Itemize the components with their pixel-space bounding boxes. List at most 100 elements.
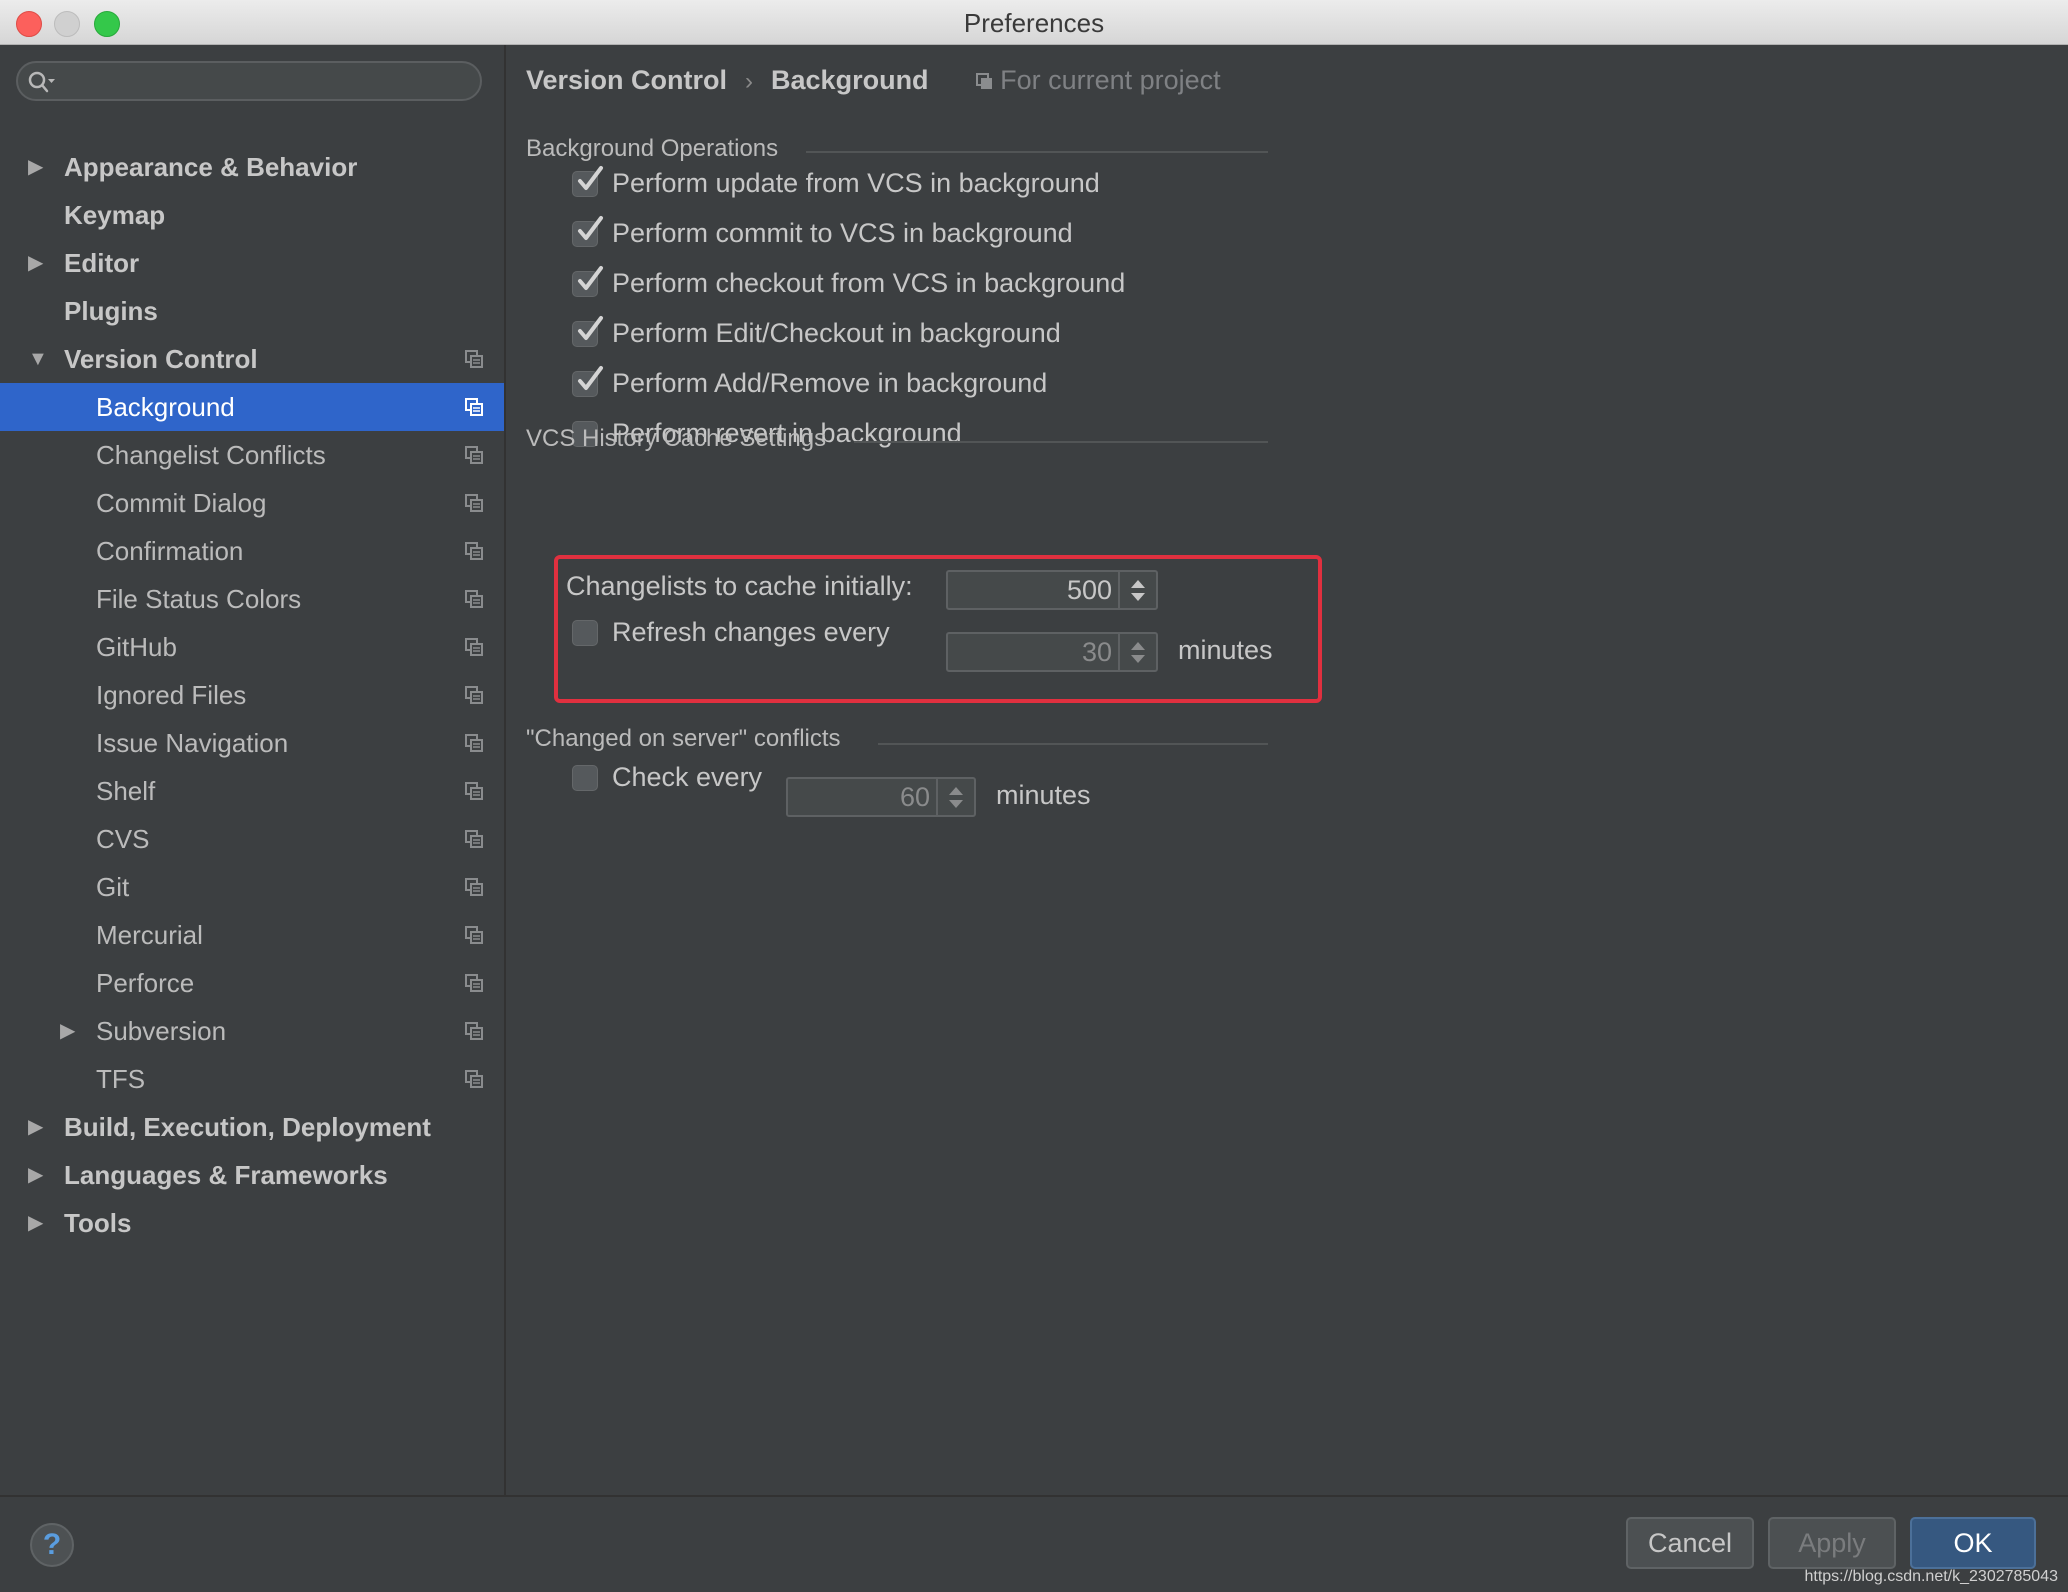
project-scope-icon xyxy=(465,398,483,416)
project-scope-icon xyxy=(465,1022,483,1040)
cancel-button[interactable]: Cancel xyxy=(1626,1517,1754,1569)
project-scope-icon xyxy=(465,686,483,704)
sidebar-item-commit-dialog[interactable]: Commit Dialog xyxy=(0,479,504,527)
sidebar-item-ignored-files[interactable]: Ignored Files xyxy=(0,671,504,719)
project-scope-icon xyxy=(465,542,483,560)
sidebar-item-label: Perforce xyxy=(96,968,195,998)
section-divider xyxy=(806,151,1268,153)
sidebar-item-label: Plugins xyxy=(64,296,158,326)
sidebar-item-label: Git xyxy=(96,872,130,902)
checkmark-icon xyxy=(578,166,603,190)
sidebar-item-github[interactable]: GitHub xyxy=(0,623,504,671)
checkbox-box[interactable] xyxy=(572,266,603,297)
project-scope-icon xyxy=(465,782,483,800)
apply-button[interactable]: Apply xyxy=(1768,1517,1896,1569)
sidebar-item-cvs[interactable]: CVS xyxy=(0,815,504,863)
sidebar-item-confirmation[interactable]: Confirmation xyxy=(0,527,504,575)
checkbox-box[interactable] xyxy=(572,366,603,397)
changelists-to-cache-label: Changelists to cache initially: xyxy=(566,571,913,601)
checkbox-box[interactable] xyxy=(572,166,603,197)
changelists-to-cache-value: 500 xyxy=(1066,575,1112,605)
dialog-footer: ? Cancel Apply OK https://blog.csdn.net/… xyxy=(0,1495,2068,1592)
scope-hint-text: For current project xyxy=(1000,65,1221,95)
checkbox-label: Perform checkout from VCS in background xyxy=(612,268,1126,298)
checkbox-box[interactable] xyxy=(572,216,603,247)
settings-sidebar: ▶ Appearance & Behavior Keymap ▶ Editor Plugi… xyxy=(0,45,506,1495)
spinner-arrows-icon[interactable] xyxy=(1118,634,1156,670)
refresh-interval-spinner[interactable]: 30 xyxy=(946,632,1158,672)
breadcrumb-parent[interactable]: Version Control xyxy=(526,65,727,95)
chevron-right-icon[interactable]: ▶ xyxy=(28,1199,43,1247)
chevron-down-icon[interactable]: ▼ xyxy=(28,335,48,383)
sidebar-item-label: Confirmation xyxy=(96,536,244,566)
sidebar-item-label: GitHub xyxy=(96,632,177,662)
section-divider xyxy=(878,743,1268,745)
project-scope-icon xyxy=(465,350,483,368)
sidebar-item-version-control[interactable]: ▼ Version Control xyxy=(0,335,504,383)
sidebar-item-plugins[interactable]: Plugins xyxy=(0,287,504,335)
check-interval-spinner[interactable]: 60 xyxy=(786,777,976,817)
sidebar-item-build-execution-deployment[interactable]: ▶ Build, Execution, Deployment xyxy=(0,1103,504,1151)
project-scope-icon xyxy=(465,926,483,944)
refresh-unit-label: minutes xyxy=(1178,635,1273,665)
checkbox-label: Perform Edit/Checkout in background xyxy=(612,318,1061,348)
settings-search-input[interactable] xyxy=(16,61,482,101)
sidebar-item-subversion[interactable]: ▶ Subversion xyxy=(0,1007,504,1055)
sidebar-item-label: Build, Execution, Deployment xyxy=(64,1112,431,1142)
sidebar-item-label: Shelf xyxy=(96,776,156,806)
sidebar-item-tools[interactable]: ▶ Tools xyxy=(0,1199,504,1247)
settings-content-panel: Version Control › Background For current p… xyxy=(506,45,2068,1495)
sidebar-item-appearance-and-behavior[interactable]: ▶ Appearance & Behavior xyxy=(0,143,504,191)
sidebar-item-label: Issue Navigation xyxy=(96,728,289,758)
sidebar-item-shelf[interactable]: Shelf xyxy=(0,767,504,815)
sidebar-item-label: Version Control xyxy=(64,344,258,374)
sidebar-item-mercurial[interactable]: Mercurial xyxy=(0,911,504,959)
spinner-arrows-icon[interactable] xyxy=(936,779,974,815)
scope-hint: For current project xyxy=(976,65,1221,95)
sidebar-item-label: Keymap xyxy=(64,200,166,230)
project-scope-icon xyxy=(465,590,483,608)
checkbox-label: Perform commit to VCS in background xyxy=(612,218,1073,248)
history-cache-title: VCS History Cache Settings xyxy=(526,425,827,452)
spinner-arrows-icon[interactable] xyxy=(1118,572,1156,608)
project-scope-icon xyxy=(465,446,483,464)
sidebar-item-keymap[interactable]: Keymap xyxy=(0,191,504,239)
sidebar-item-label: Tools xyxy=(64,1208,132,1238)
sidebar-item-label: File Status Colors xyxy=(96,584,302,614)
window-title: Preferences xyxy=(963,8,1105,38)
ok-button[interactable]: OK xyxy=(1910,1517,2036,1569)
sidebar-item-background[interactable]: Background xyxy=(0,383,504,431)
help-button[interactable]: ? xyxy=(30,1523,74,1567)
breadcrumb: Version Control › Background For current p… xyxy=(526,65,1221,96)
sidebar-item-tfs[interactable]: TFS xyxy=(0,1055,504,1103)
chevron-right-icon[interactable]: ▶ xyxy=(28,143,43,191)
sidebar-item-label: Commit Dialog xyxy=(96,488,267,518)
checkbox-box[interactable] xyxy=(572,316,603,347)
title-bar: Preferences xyxy=(0,0,2068,45)
checkbox-box[interactable] xyxy=(572,765,598,791)
sidebar-item-label: Background xyxy=(96,392,235,422)
watermark-text: https://blog.csdn.net/k_2302785043 xyxy=(1804,1568,2058,1585)
sidebar-item-changelist-conflicts[interactable]: Changelist Conflicts xyxy=(0,431,504,479)
chevron-right-icon[interactable]: ▶ xyxy=(28,1103,43,1151)
breadcrumb-separator: › xyxy=(745,68,754,95)
sidebar-item-languages-and-frameworks[interactable]: ▶ Languages & Frameworks xyxy=(0,1151,504,1199)
background-operations-title: Background Operations xyxy=(526,135,779,162)
sidebar-item-label: Subversion xyxy=(96,1016,227,1046)
sidebar-item-editor[interactable]: ▶ Editor xyxy=(0,239,504,287)
chevron-right-icon[interactable]: ▶ xyxy=(60,1007,75,1055)
project-scope-icon xyxy=(465,1070,483,1088)
sidebar-item-issue-navigation[interactable]: Issue Navigation xyxy=(0,719,504,767)
breadcrumb-current: Background xyxy=(771,65,929,95)
sidebar-item-file-status-colors[interactable]: File Status Colors xyxy=(0,575,504,623)
checkbox-box[interactable] xyxy=(572,620,598,646)
chevron-right-icon[interactable]: ▶ xyxy=(28,239,43,287)
project-scope-icon xyxy=(465,638,483,656)
check-unit-label: minutes xyxy=(996,780,1091,810)
sidebar-item-label: Appearance & Behavior xyxy=(64,152,358,182)
sidebar-item-perforce[interactable]: Perforce xyxy=(0,959,504,1007)
checkmark-icon xyxy=(578,316,603,340)
changelists-to-cache-spinner[interactable]: 500 xyxy=(946,570,1158,610)
chevron-right-icon[interactable]: ▶ xyxy=(28,1151,43,1199)
sidebar-item-git[interactable]: Git xyxy=(0,863,504,911)
